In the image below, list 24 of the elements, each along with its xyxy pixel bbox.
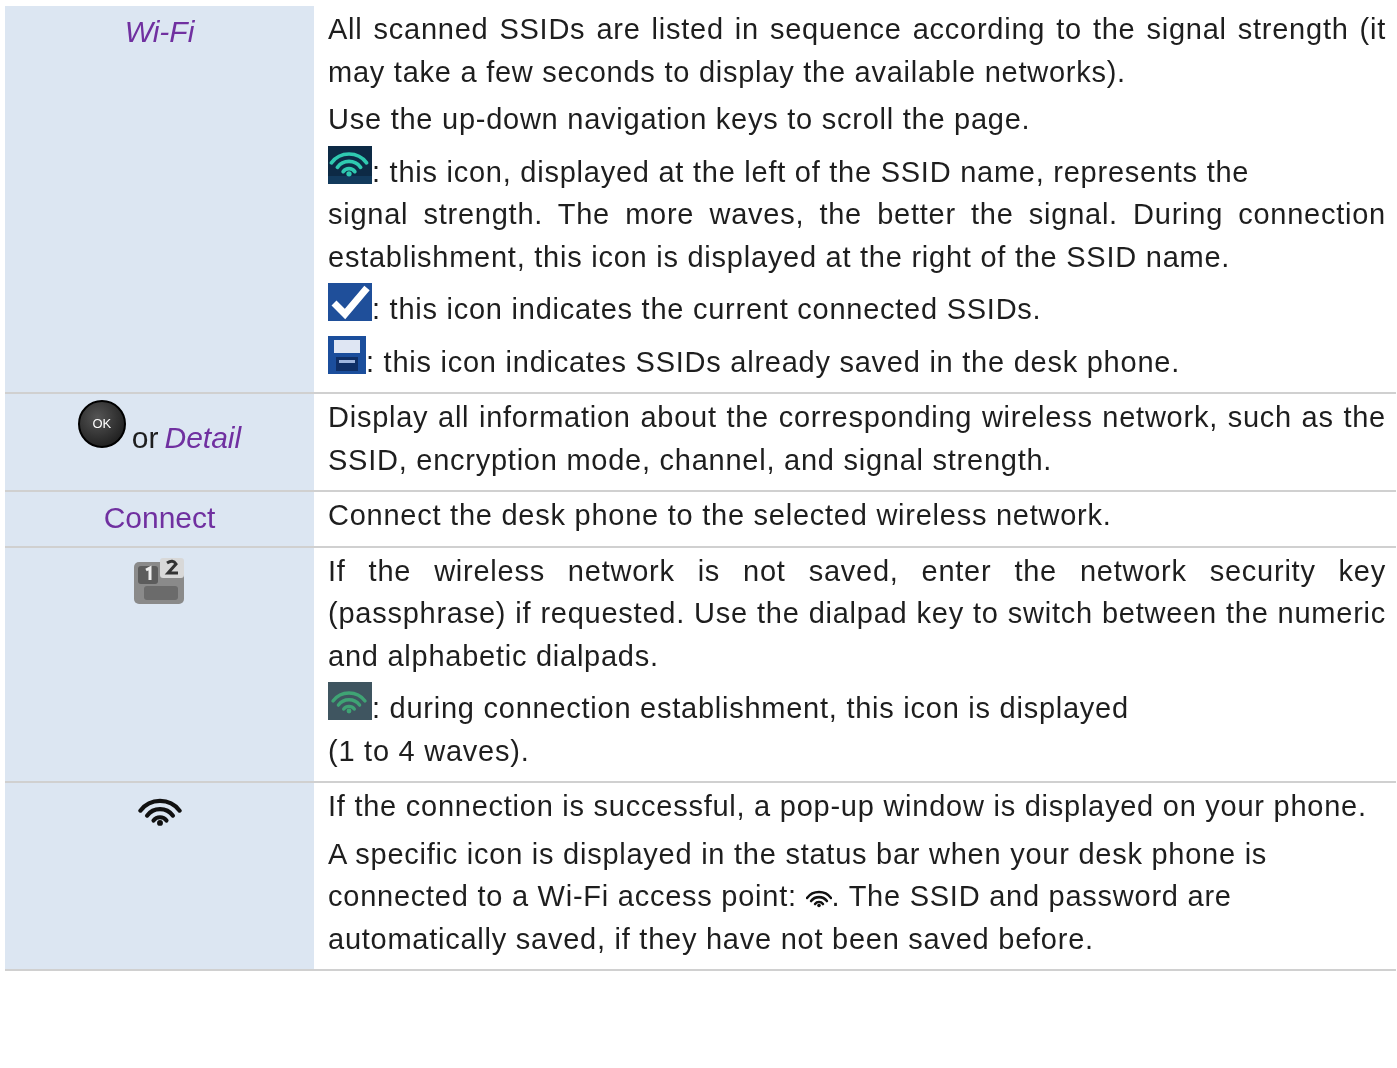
description-text: Display all information about the corresponding wireless network, such as the SSID, encryption mode, channel, and signal strength.: [328, 400, 1386, 478]
description-text: If the connection is successful, a pop-up window is displayed on your phone.: [328, 789, 1368, 824]
description-text: A specific icon is displayed in the status bar when your desk phone is: [328, 836, 1269, 872]
description-text: : this icon indicates SSIDs already saved in the desk phone.: [366, 345, 1180, 378]
menu-label: Connect: [103, 500, 216, 536]
checkmark-icon: [328, 283, 372, 321]
description-text: Use the up-down navigation keys to scroll the page.: [328, 102, 1032, 137]
description-text: (1 to 4 waves).: [328, 733, 531, 769]
signal-icon: [328, 682, 372, 720]
description-text: All scanned SSIDs are listed in sequence according to the signal strength (it may take a few seconds to display the available networks).: [328, 12, 1386, 90]
menu-label: Wi-Fi: [124, 14, 195, 50]
description-text: signal strength. The more waves, the better the signal. During connection establishment, this icon is displayed at the right of the SSID name.: [328, 197, 1386, 275]
description-text: : this icon indicates the current connected SSIDs.: [372, 293, 1042, 325]
description-text: : during connection establishment, this icon is displayed: [372, 692, 1129, 724]
description-text: automatically saved, if they have not been saved before.: [328, 921, 1095, 957]
or-text: or: [131, 420, 159, 456]
ok-button[interactable]: OK: [77, 400, 126, 448]
signal-icon: [328, 145, 372, 184]
description-text: If the wireless network is not saved, enter the network security key (passphrase) if requested. Use the dialpad key to switch between the numeric and alphabetic dialpads.: [328, 553, 1386, 674]
menu-label: Detail: [164, 420, 242, 456]
description-text: . The SSID and password are: [831, 880, 1232, 912]
description-text: connected to a Wi-Fi access point:: [328, 880, 798, 912]
description-text: Connect the desk phone to the selected wireless network.: [328, 498, 1113, 533]
description-text: : this icon, displayed at the left of the SSID name, represents the: [372, 155, 1250, 188]
